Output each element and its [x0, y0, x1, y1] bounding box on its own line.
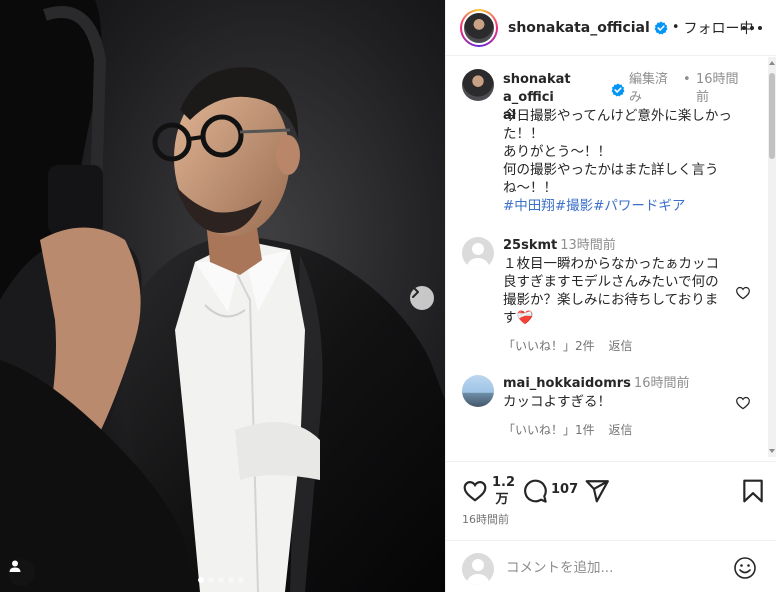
emoji-picker-icon[interactable] [733, 556, 757, 580]
comment-count[interactable]: 107 [551, 482, 578, 497]
carousel-dot [208, 577, 214, 583]
like-count-line2: 万 [495, 492, 509, 507]
comment-header: mai_hokkaidomrs 16時間前 [503, 375, 689, 393]
like-count-line1: 1.2 [492, 475, 516, 490]
commenter-avatar[interactable] [462, 375, 494, 407]
caption-line: 何の撮影やったかはまた詳しく言うね〜！！ [503, 162, 719, 196]
comment-bubble-icon[interactable] [522, 478, 548, 504]
comment-header: 25skmt 13時間前 [503, 237, 616, 255]
carousel-dot [218, 577, 224, 583]
caption-line: ありがとう〜！！ [503, 144, 611, 160]
more-options-button[interactable] [741, 18, 763, 38]
caption-text: 今日撮影やってんけど意外に楽しかった！！ ありがとう〜！！ 何の撮影やったかはま… [503, 107, 753, 215]
user-icon [9, 560, 21, 572]
comment-item: 25skmt 13時間前 １枚目一瞬わからなかったぁカッコ良すぎますモデルさんみた… [462, 237, 762, 357]
comment-likes-link[interactable]: 「いいね！」2件 [503, 339, 595, 353]
comment-input[interactable] [506, 556, 716, 580]
caption-timestamp-line2: 前 [696, 90, 710, 105]
comment-like-heart-icon[interactable] [735, 285, 751, 301]
edited-label: 編集済 み [629, 71, 673, 107]
comment-timestamp[interactable]: 13時間前 [560, 238, 616, 253]
carousel-dot [238, 577, 244, 583]
chevron-right-icon [412, 286, 419, 298]
commenter-avatar[interactable] [462, 237, 494, 269]
hashtag-link[interactable]: #撮影 [555, 198, 593, 214]
comment-text-content: １枚目一瞬わからなかったぁカッコ良すぎますモデルさんみたいで何の撮影か？楽しみに… [503, 256, 719, 326]
edited-label-line1: 編集済 [629, 72, 669, 87]
add-comment-bar [446, 540, 776, 592]
carousel-dot [228, 577, 234, 583]
hashtag-link[interactable]: #パワードギア [593, 198, 685, 214]
post-timestamp[interactable]: 16時間前 [462, 511, 509, 527]
commenter-username[interactable]: 25skmt [503, 238, 557, 253]
caption-line: 今日撮影やってんけど意外に楽しかった！！ [503, 108, 732, 142]
carousel-dot [198, 577, 204, 583]
post-header: shonakata_official • フォロー中 [446, 0, 776, 56]
author-username[interactable]: shonakata_official [508, 20, 650, 36]
more-dots-icon [742, 26, 762, 30]
photo-illustration [0, 0, 445, 592]
reply-button[interactable]: 返信 [608, 339, 632, 353]
caption-separator: • [683, 72, 691, 87]
tagged-users-button[interactable] [8, 559, 35, 586]
scroll-up-arrow-icon[interactable] [769, 61, 775, 65]
comment-meta: 「いいね！」2件 返信 [503, 337, 642, 354]
edited-label-line2: み [629, 90, 643, 105]
caption-author-username-line1: shonakata_offici [503, 72, 571, 105]
comment-meta: 「いいね！」1件 返信 [503, 421, 642, 438]
header-separator: • [671, 20, 680, 35]
post-photo[interactable] [0, 0, 445, 592]
comment-timestamp[interactable]: 16時間前 [634, 376, 690, 391]
caption-timestamp-line1: 16時間 [696, 72, 739, 87]
scrollbar-thumb[interactable] [769, 73, 775, 159]
comments-scrollbar[interactable] [768, 57, 776, 457]
reply-button[interactable]: 返信 [608, 423, 632, 437]
scroll-down-arrow-icon[interactable] [769, 449, 775, 453]
comment-text: カッコよすぎる！ [503, 394, 611, 410]
comment-text: １枚目一瞬わからなかったぁカッコ良すぎますモデルさんみたいで何の撮影か？楽しみに… [503, 255, 728, 327]
carousel-indicator [198, 577, 244, 583]
caption-hashtags: #中田翔#撮影#パワードギア [503, 197, 753, 215]
author-avatar[interactable] [460, 8, 498, 47]
commenter-username[interactable]: mai_hokkaidomrs [503, 376, 631, 391]
caption-timestamp[interactable]: 16時間 前 [696, 71, 746, 107]
comment-likes-link[interactable]: 「いいね！」1件 [503, 423, 595, 437]
current-user-avatar [462, 553, 494, 585]
save-bookmark-icon[interactable] [740, 478, 766, 504]
share-paper-plane-icon[interactable] [584, 478, 610, 504]
hashtag-link[interactable]: #中田翔 [503, 198, 555, 214]
comment-item: mai_hokkaidomrs 16時間前 カッコよすぎる！ 「いいね！」1件 返… [462, 375, 762, 445]
caption-author-avatar[interactable] [462, 69, 494, 101]
post-actions: 1.2 万 107 16時間前 [446, 461, 776, 531]
next-slide-button[interactable] [410, 286, 434, 310]
comment-emoji: ❤️‍🩹 [516, 310, 534, 326]
comments-section[interactable]: shonakata_offici al 編集済 み • 16時間 前 今日撮影や… [446, 57, 776, 457]
comment-like-heart-icon[interactable] [735, 395, 751, 411]
like-heart-icon[interactable] [462, 478, 488, 504]
like-count[interactable]: 1.2 万 [492, 474, 516, 508]
post-side-panel: shonakata_official • フォロー中 shonakata_off… [445, 0, 776, 592]
verified-badge-icon [654, 21, 668, 35]
verified-badge-icon [611, 83, 625, 101]
